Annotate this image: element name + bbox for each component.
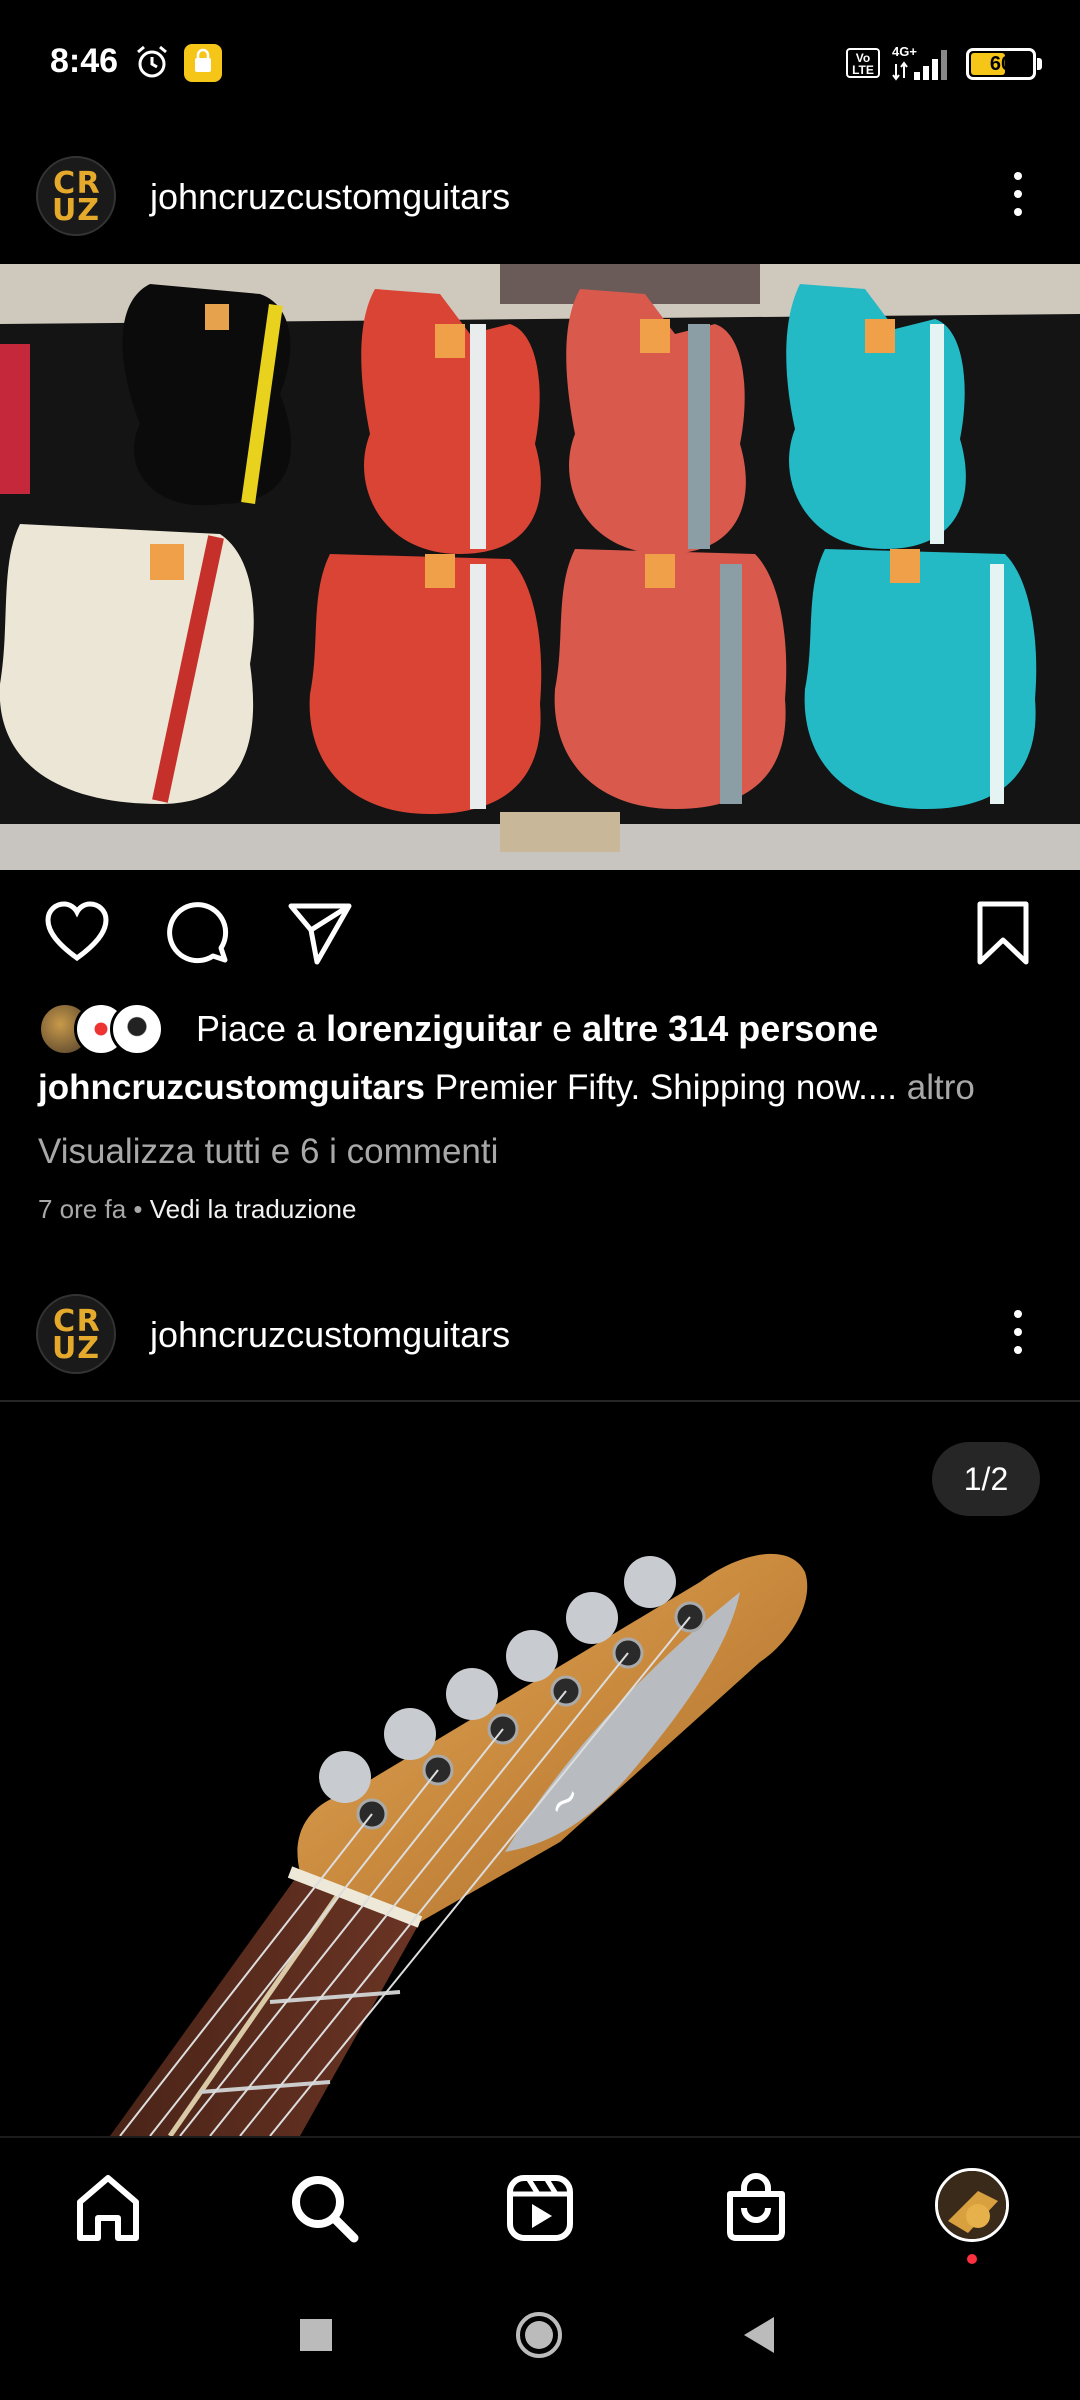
post-meta: 7 ore fa • Vedi la traduzione	[38, 1194, 356, 1225]
likes-others[interactable]: altre 314 persone	[582, 1008, 878, 1049]
status-time: 8:46	[50, 42, 119, 80]
avatar[interactable]: C R U Z	[36, 1294, 116, 1374]
recents-icon[interactable]	[291, 2310, 341, 2360]
alarm-icon	[137, 45, 167, 78]
battery-tip	[1037, 58, 1042, 70]
post-username[interactable]: johncruzcustomguitars	[150, 176, 510, 218]
caption-username[interactable]: johncruzcustomguitars	[38, 1068, 425, 1107]
shop-icon[interactable]	[718, 2170, 794, 2246]
battery-level: 60	[989, 53, 1013, 75]
avatar-letter: U	[52, 1331, 77, 1366]
translate-link[interactable]: Vedi la traduzione	[150, 1194, 357, 1224]
profile-avatar[interactable]	[935, 2168, 1009, 2242]
post-username[interactable]: johncruzcustomguitars	[150, 1314, 510, 1356]
caption-more-link[interactable]: altro	[897, 1068, 975, 1107]
bottom-nav	[0, 2136, 1080, 2280]
avatar-letter: U	[52, 193, 77, 228]
liked-by-user[interactable]: lorenziguitar	[326, 1008, 542, 1049]
back-icon[interactable]	[736, 2310, 786, 2360]
reels-icon[interactable]	[502, 2170, 578, 2246]
post-actions	[0, 890, 1080, 980]
home-circle-icon[interactable]	[514, 2310, 564, 2360]
post-caption[interactable]: johncruzcustomguitars Premier Fifty. Shi…	[38, 1068, 975, 1108]
notification-dot	[967, 2254, 977, 2264]
likes-conjunction: e	[542, 1008, 583, 1049]
status-bar: 8:46 Vo LTE 4G+ 60	[0, 0, 1080, 130]
avatar[interactable]: C R U Z	[36, 156, 116, 236]
avatar-letter: Z	[77, 193, 100, 228]
share-icon[interactable]	[285, 898, 355, 968]
more-options-icon[interactable]	[1000, 1302, 1036, 1362]
app-notification-icon	[184, 44, 222, 82]
post-time: 7 ore fa	[38, 1194, 127, 1224]
signal-icon: 4G+	[892, 44, 947, 81]
caption-text: Premier Fifty. Shipping now....	[424, 1068, 898, 1107]
guitar-bodies-photo	[0, 264, 1080, 870]
search-icon[interactable]	[286, 2170, 362, 2246]
comment-icon[interactable]	[163, 898, 233, 968]
liker-avatar	[110, 1002, 164, 1056]
post-header: C R U Z johncruzcustomguitars	[0, 1272, 1080, 1392]
system-nav	[0, 2280, 1080, 2400]
post-image[interactable]	[0, 264, 1080, 870]
avatar-letter: Z	[77, 1331, 100, 1366]
more-options-icon[interactable]	[1000, 164, 1036, 224]
post-header: C R U Z johncruzcustomguitars	[0, 134, 1080, 254]
post-image[interactable]: ~	[0, 1402, 1080, 2136]
meta-separator: •	[126, 1194, 150, 1224]
likes-prefix: Piace a	[196, 1008, 327, 1049]
svg-text:4G+: 4G+	[892, 44, 917, 59]
battery-icon: 60	[966, 48, 1036, 80]
heart-icon[interactable]	[42, 898, 112, 968]
liker-avatars	[38, 1002, 178, 1056]
likes-row[interactable]: Piace a lorenziguitar e altre 314 person…	[38, 1000, 1038, 1060]
likes-text[interactable]: Piace a lorenziguitar e altre 314 person…	[196, 1008, 878, 1050]
home-icon[interactable]	[70, 2170, 146, 2246]
bookmark-icon[interactable]	[968, 898, 1038, 968]
headstock-photo: ~	[110, 1553, 808, 2136]
view-comments-link[interactable]: Visualizza tutti e 6 i commenti	[38, 1132, 498, 1172]
carousel-counter: 1/2	[932, 1442, 1040, 1516]
volte-icon: Vo LTE	[846, 48, 880, 78]
